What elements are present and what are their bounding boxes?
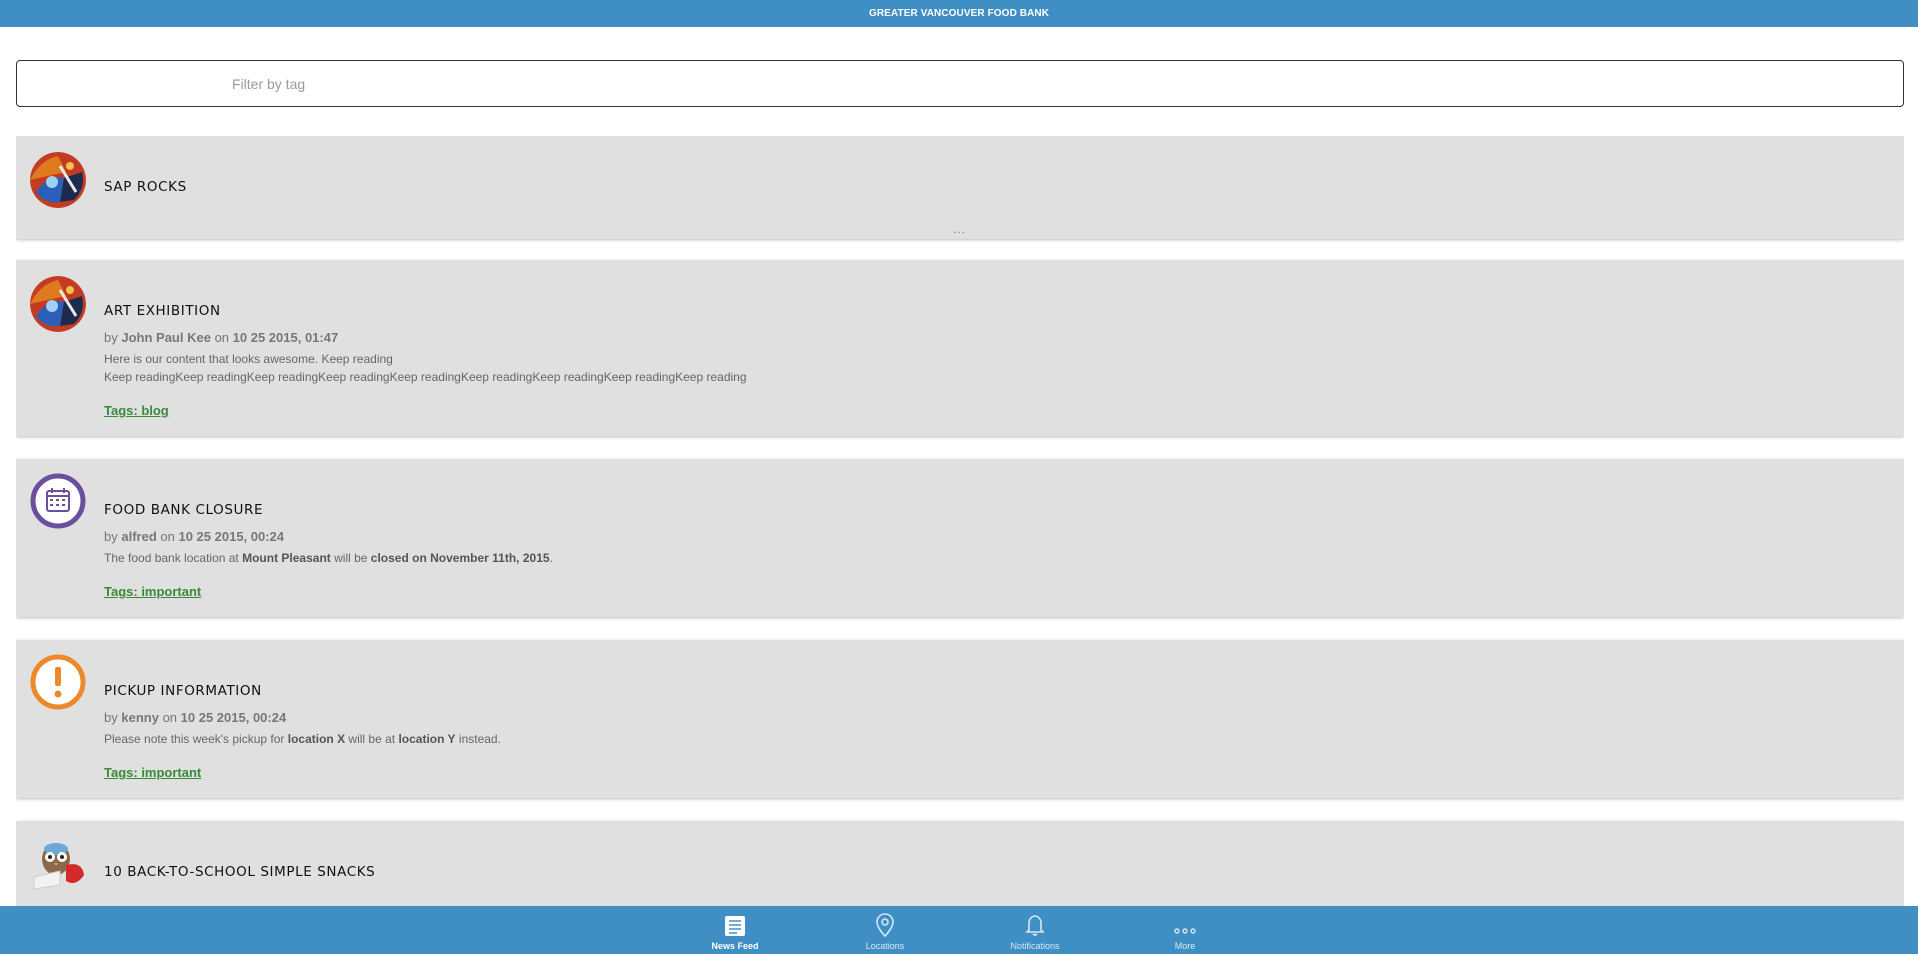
feed-card-sap-rocks[interactable]: SAP ROCKS ... [16,136,1904,239]
tab-news-feed[interactable]: News Feed [675,906,795,954]
bell-icon [1025,915,1045,936]
tab-label: Locations [865,941,905,951]
post-date: 10 25 2015, 00:24 [178,529,285,544]
owl-avatar [30,835,86,891]
more-dots-icon [1174,928,1196,934]
feed-card-back-to-school[interactable]: 10 BACK-TO-SCHOOL SIMPLE SNACKS [16,821,1904,906]
card-title: 10 BACK-TO-SCHOOL SIMPLE SNACKS [104,864,376,880]
card-title: PICKUP INFORMATION [104,683,262,699]
feed-card-pickup-information[interactable]: PICKUP INFORMATION by kenny on 10 25 201… [16,640,1904,798]
card-meta: by alfred on 10 25 2015, 00:24 [104,529,285,544]
card-body: The food bank location at Mount Pleasant… [104,551,553,565]
art-avatar [30,276,86,332]
author-name: alfred [121,529,157,544]
more-dots[interactable]: ... [953,222,966,236]
post-date: 10 25 2015, 01:47 [232,330,339,345]
card-body: Here is our content that looks awesome. … [104,352,747,384]
feed-card-food-bank-closure[interactable]: FOOD BANK CLOSURE by alfred on 10 25 201… [16,459,1904,617]
location-pin-icon [876,913,894,938]
alert-icon [30,654,86,710]
app-header: GREATER VANCOUVER FOOD BANK [0,0,1918,27]
card-body: Please note this week's pickup for locat… [104,732,501,746]
tab-notifications[interactable]: Notifications [975,906,1095,954]
tags-link[interactable]: Tags: blog [104,403,169,418]
tags-link[interactable]: Tags: important [104,584,201,599]
news-feed-icon [725,916,745,936]
card-meta: by John Paul Kee on 10 25 2015, 01:47 [104,330,339,345]
card-meta: by kenny on 10 25 2015, 00:24 [104,710,287,725]
post-date: 10 25 2015, 00:24 [180,710,287,725]
filter-box[interactable] [16,60,1904,107]
author-name: John Paul Kee [121,330,211,345]
card-title: FOOD BANK CLOSURE [104,502,264,518]
news-feed-list[interactable]: SAP ROCKS ... ART EXHIBITION by John Pau… [16,136,1904,906]
feed-card-art-exhibition[interactable]: ART EXHIBITION by John Paul Kee on 10 25… [16,260,1904,436]
filter-by-tag-input[interactable] [17,61,1903,106]
author-name: kenny [121,710,159,725]
card-title: SAP ROCKS [104,179,187,195]
app-title: GREATER VANCOUVER FOOD BANK [868,8,1050,19]
card-title: ART EXHIBITION [104,303,221,319]
tab-more[interactable]: More [1125,906,1245,954]
tab-label: Notifications [1010,941,1060,951]
tab-label: News Feed [711,941,759,951]
art-avatar [30,152,86,208]
tags-link[interactable]: Tags: important [104,765,201,780]
tab-locations[interactable]: Locations [825,906,945,954]
calendar-icon [30,473,86,529]
tab-label: More [1174,941,1196,951]
bottom-tab-bar: News Feed Locations Notifications More [0,906,1918,954]
